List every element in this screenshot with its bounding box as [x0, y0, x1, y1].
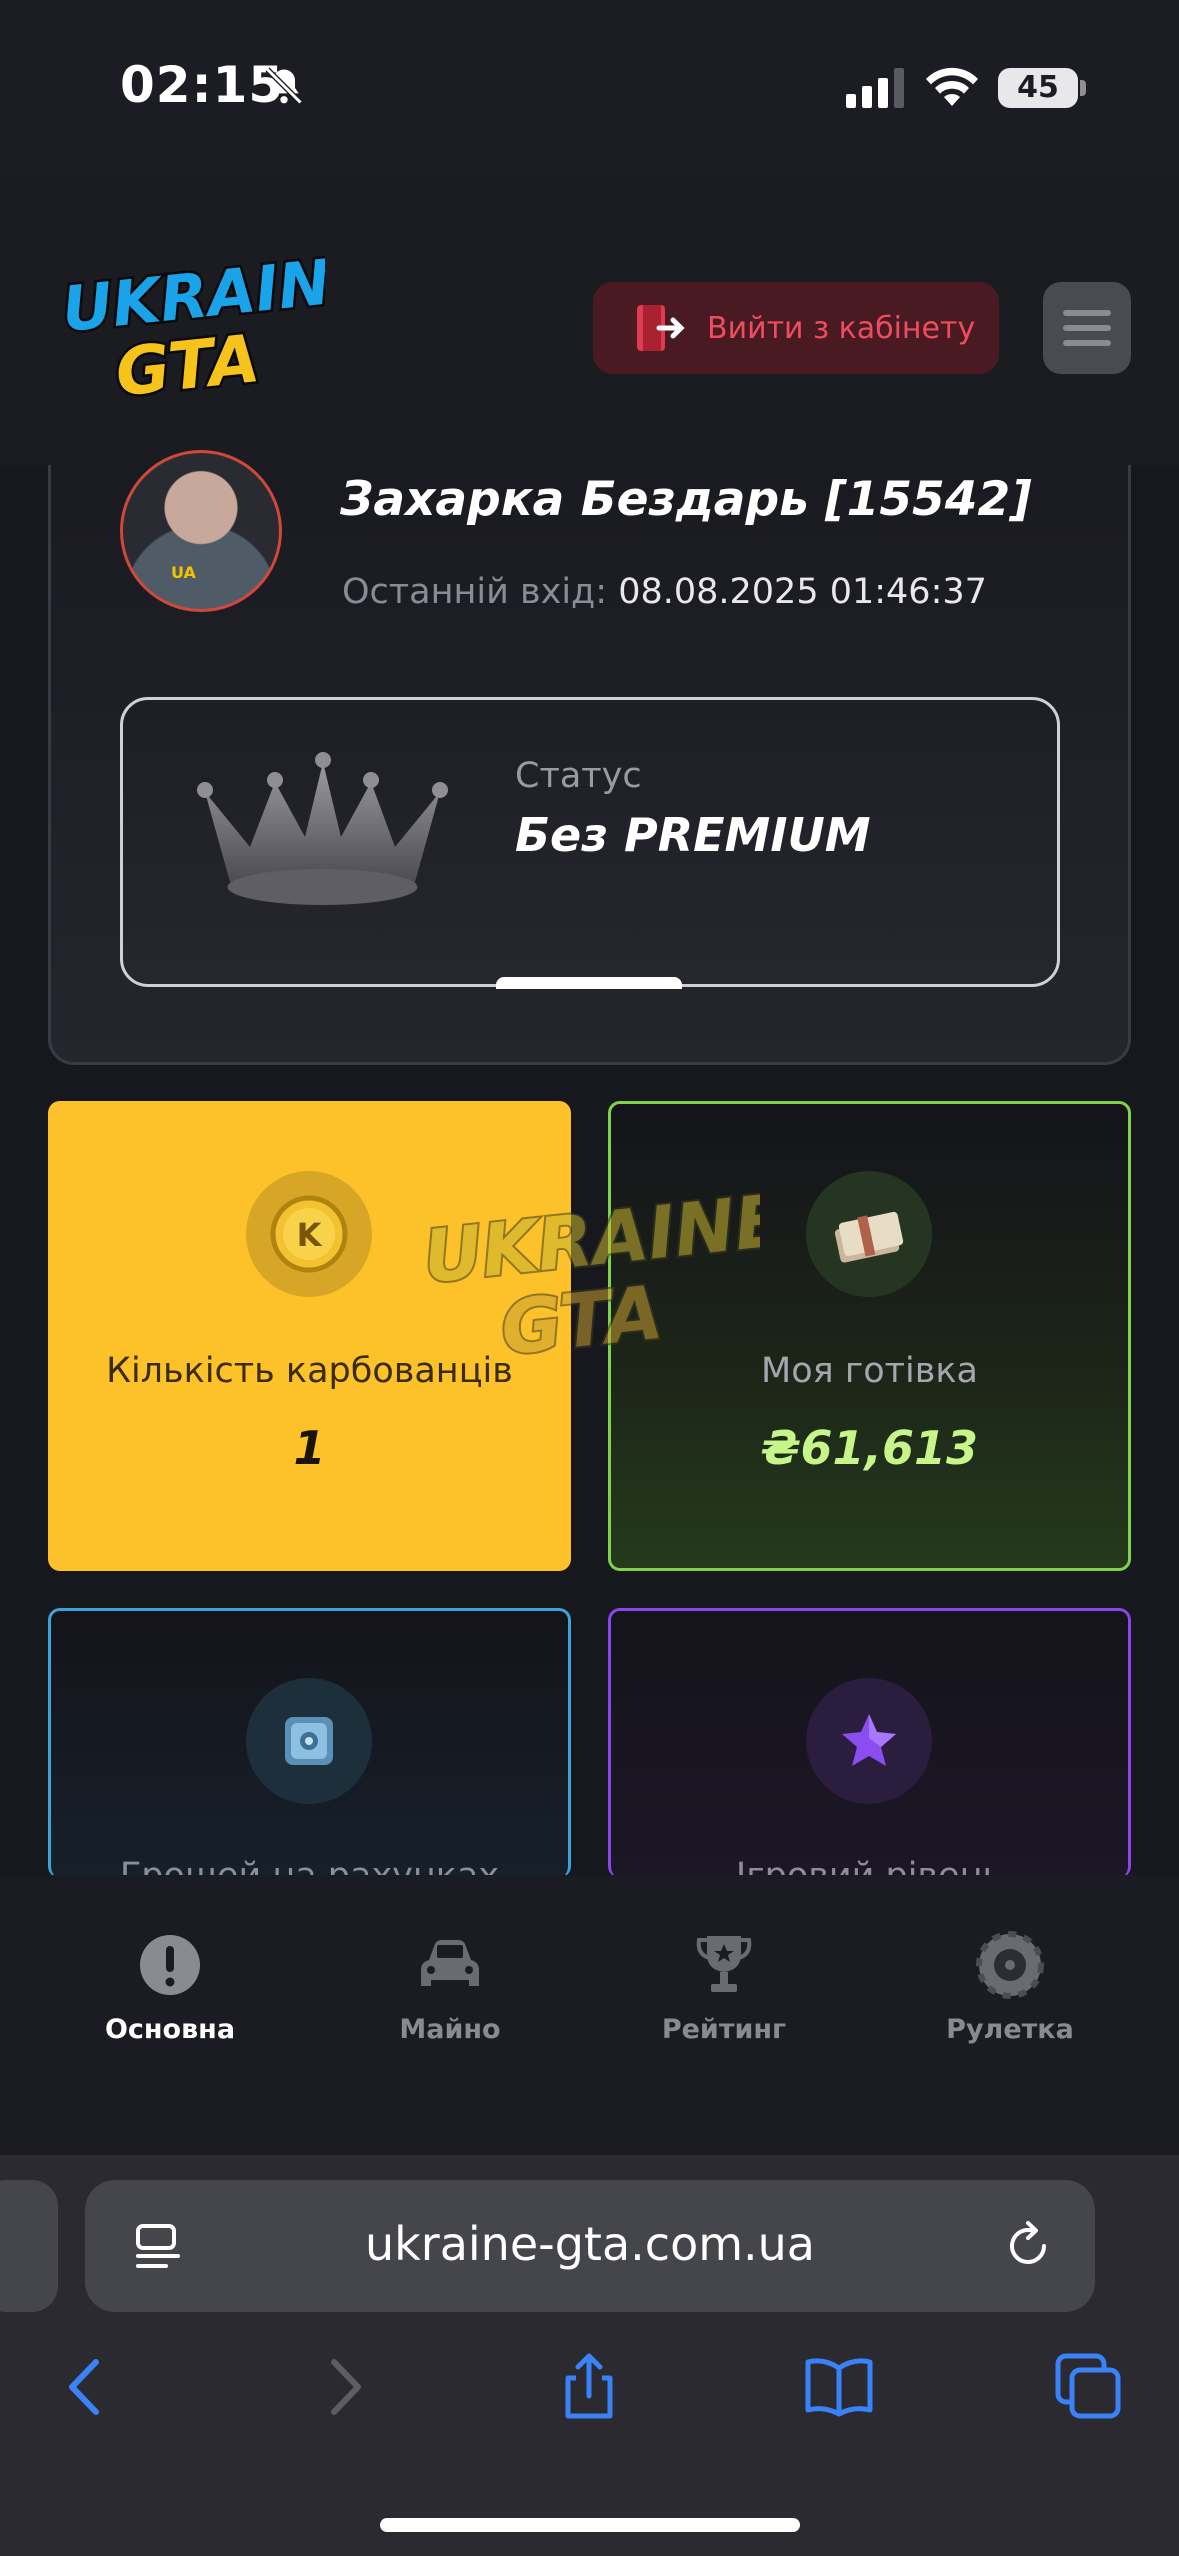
logout-label: Вийти з кабінету	[707, 310, 976, 346]
bell-muted-icon	[265, 67, 303, 105]
trophy-icon	[696, 1936, 752, 1992]
status-bar: 02:15 45	[0, 0, 1179, 175]
logout-button[interactable]: Вийти з кабінету	[593, 282, 999, 374]
page-menu-icon[interactable]	[130, 2218, 186, 2274]
bookmarks-icon[interactable]	[804, 2352, 874, 2422]
forward-icon[interactable]	[308, 2352, 378, 2422]
ukraine-gta-logo[interactable]: UKRAINE GTA	[55, 250, 325, 400]
status-value: Без PREMIUM	[515, 808, 871, 862]
cash-icon-circle	[806, 1171, 932, 1297]
info-icon	[140, 1935, 200, 1995]
tabs-icon[interactable]	[1054, 2352, 1124, 2422]
previous-tab-peek[interactable]	[0, 2180, 58, 2312]
home-indicator	[380, 2518, 800, 2532]
level-icon-circle	[806, 1678, 932, 1804]
exit-door-icon	[637, 305, 685, 351]
svg-text:GTA: GTA	[497, 1270, 667, 1360]
nav-rating[interactable]: Рейтинг	[624, 1930, 824, 2045]
url-text[interactable]: ukraine-gta.com.ua	[220, 2217, 960, 2271]
coin-icon-circle: K	[246, 1171, 372, 1297]
nav-roulette[interactable]: Рулетка	[910, 1930, 1110, 2045]
cellular-signal-icon	[846, 68, 904, 108]
menu-line	[1063, 310, 1111, 316]
car-icon	[421, 1940, 479, 1986]
cash-value: ₴61,613	[760, 1421, 979, 1475]
menu-line	[1063, 325, 1111, 331]
back-icon[interactable]	[52, 2352, 122, 2422]
avatar-shirt-logo: UA	[171, 563, 196, 582]
level-card[interactable]: Ігровий рівень	[608, 1608, 1131, 1878]
crown-icon	[197, 752, 448, 905]
nav-roulette-label: Рулетка	[946, 2014, 1074, 2045]
safe-icon	[285, 1717, 333, 1765]
coins-value: 1	[293, 1421, 326, 1475]
nav-rating-label: Рейтинг	[661, 2014, 787, 2045]
nav-main[interactable]: Основна	[70, 1930, 270, 2045]
share-icon[interactable]	[554, 2352, 624, 2422]
star-icon	[842, 1714, 896, 1766]
svg-text:K: K	[297, 1216, 323, 1254]
status-label: Статус	[515, 756, 642, 796]
svg-text:GTA: GTA	[112, 320, 263, 400]
status-time: 02:15	[120, 56, 285, 114]
nav-property[interactable]: Майно	[350, 1930, 550, 2045]
player-avatar: UA	[120, 450, 282, 612]
reload-icon[interactable]	[1000, 2218, 1056, 2274]
bank-card[interactable]: Грошей на рахунках	[48, 1608, 571, 1878]
last-login-label: Останній вхід:	[342, 572, 608, 612]
hamburger-menu-button[interactable]	[1043, 282, 1131, 374]
wifi-icon	[926, 67, 978, 106]
nav-property-label: Майно	[399, 2014, 501, 2045]
bank-icon-circle	[246, 1678, 372, 1804]
banknotes-icon	[834, 1211, 904, 1263]
status-box-handle	[496, 977, 682, 989]
watermark-logo: UKRAINE GTA	[420, 1190, 760, 1360]
battery-cap	[1080, 80, 1086, 96]
roulette-icon	[976, 1931, 1044, 1999]
nav-main-label: Основна	[104, 2014, 236, 2045]
last-login-value: 08.08.2025 01:46:37	[618, 572, 987, 612]
player-name: Захарка Бездарь [15542]	[340, 472, 1032, 527]
last-login: Останній вхід: 08.08.2025 01:46:37	[342, 572, 987, 612]
karbovanets-coin-icon: K	[270, 1195, 348, 1273]
battery-indicator: 45	[998, 68, 1078, 108]
menu-line	[1063, 340, 1111, 346]
